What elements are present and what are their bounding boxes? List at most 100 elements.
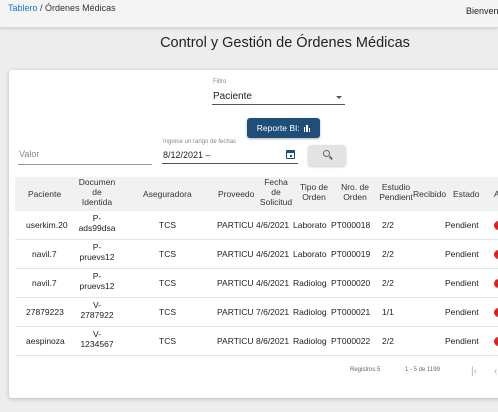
cell-estudio: 2/2 [382,249,394,259]
header-documento[interactable]: Documen de Identida [75,177,119,207]
header-nro-line-1: Nro. de [341,182,369,192]
breadcrumb-current: Órdenes Médicas [45,3,116,13]
cell-proveedor: PARTICU [217,307,254,317]
header-estado[interactable]: Estado [453,189,479,199]
header-recibido[interactable]: Recibido [413,189,446,199]
cell-paciente: 27879223 [26,307,64,317]
cell-proveedor: PARTICU [217,220,254,230]
chevron-down-icon[interactable] [336,96,342,99]
date-range-label: Ingrese un rango de fechas [163,139,237,145]
page-range: 1 - 5 de 1199 [405,367,440,373]
cell-estudio: 2/2 [382,336,394,346]
cell-documento-prefix: V- [92,329,102,339]
header-accion[interactable]: A [494,189,498,199]
report-bi-button[interactable]: Reporte BI: [247,118,320,138]
date-range-input[interactable]: 8/12/2021 – [163,150,211,160]
status-dot-icon[interactable] [494,250,498,259]
cell-documento-prefix: P- [92,271,102,281]
cell-estado: Pendient [445,249,479,259]
header-tipo-line-1: Tipo de [299,182,329,192]
cell-nro: PT000022 [331,336,371,346]
cell-aseguradora: TCS [159,336,176,346]
bar-chart-icon [303,124,311,132]
top-bar: Tablero / Órdenes Médicas Bienvenid [0,0,498,28]
cell-estudio: 2/2 [382,278,394,288]
table-row[interactable]: navil.7 P- pruevs12 TCS PARTICU 4/6/2021… [15,240,498,269]
breadcrumb-link-tablero[interactable]: Tablero [8,3,38,13]
cell-paciente: navil.7 [32,278,57,288]
header-aseguradora[interactable]: Aseguradora [143,189,192,199]
cell-documento-prefix: P- [92,213,102,223]
header-estudio-pendiente[interactable]: Estudio Pendient [377,182,415,202]
previous-page-icon[interactable]: ‹ [494,366,497,377]
table-row[interactable]: userkim.20 P- ads99dsa TCS PARTICU 4/6/2… [15,211,498,240]
table-row[interactable]: aespinoza V- 1234567 TCS PARTICU 8/6/202… [15,327,498,356]
cell-tipo: Laborato [293,220,327,230]
valor-input-underline [18,164,152,165]
filter-select-underline [212,104,345,105]
cell-estado: Pendient [445,278,479,288]
page-title: Control y Gestión de Órdenes Médicas [160,35,410,51]
status-dot-icon[interactable] [494,308,498,317]
header-documento-line-1: Documen [78,177,116,187]
cell-aseguradora: TCS [159,278,176,288]
header-nro-orden[interactable]: Nro. de Orden [336,182,374,202]
status-dot-icon[interactable] [494,221,498,230]
header-nro-line-2: Orden [343,192,367,202]
cell-documento: P- pruevs12 [75,271,119,291]
cell-documento-number: 1234567 [80,339,114,349]
cell-documento-number: pruevs12 [79,281,115,291]
pagination: Registros 5 1 - 5 de 1199 |‹ ‹ [15,358,498,384]
cell-nro: PT000019 [331,249,371,259]
cell-proveedor: PARTICU [217,336,254,346]
cell-documento-number: ads99dsa [78,223,116,233]
cell-estado: Pendient [445,220,479,230]
cell-proveedor: PARTICU [217,249,254,259]
cell-tipo: Radiolog [293,307,327,317]
cell-paciente: aespinoza [26,336,65,346]
table-header: Paciente Documen de Identida Aseguradora… [15,177,498,211]
status-dot-icon[interactable] [494,279,498,288]
cell-nro: PT000021 [331,307,371,317]
cell-estudio: 2/2 [382,220,394,230]
cell-documento: V- 1234567 [75,329,119,349]
cell-documento-number: 2787922 [80,310,114,320]
header-estudio-line-2: Pendient [379,192,413,202]
breadcrumb: Tablero / Órdenes Médicas [8,3,116,13]
filter-label: Filtro [213,79,227,85]
header-paciente[interactable]: Paciente [28,189,61,199]
cell-fecha: 4/6/2021 [256,278,290,288]
cell-documento-number: pruevs12 [79,252,115,262]
calendar-icon[interactable] [286,150,295,159]
header-fecha-solicitud[interactable]: Fecha de Solicitud [256,177,296,207]
date-range-underline [162,163,298,164]
search-button[interactable] [308,145,346,166]
status-dot-icon[interactable] [494,337,498,346]
cell-tipo: Laborato [293,249,327,259]
valor-input[interactable]: Valor [19,149,39,159]
cell-estado: Pendient [445,336,479,346]
cell-documento: P- pruevs12 [75,242,119,262]
page-size-label[interactable]: Registros 5 [350,367,380,373]
welcome-user-menu[interactable]: Bienvenid [466,6,498,16]
cell-nro: PT000020 [331,278,371,288]
cell-documento: V- 2787922 [75,300,119,320]
header-fecha-line-1: Fecha [264,177,288,187]
cell-fecha: 8/6/2021 [256,336,290,346]
filter-select[interactable]: Paciente [213,91,252,102]
header-fecha-line-2: de [271,187,281,197]
header-tipo-orden[interactable]: Tipo de Orden [296,182,332,202]
cell-documento-prefix: V- [92,300,102,310]
cell-paciente: userkim.20 [26,220,68,230]
search-icon-handle [329,155,333,160]
table-row[interactable]: 27879223 V- 2787922 TCS PARTICU 7/6/2021… [15,298,498,327]
table-row[interactable]: navil.7 P- pruevs12 TCS PARTICU 4/6/2021… [15,269,498,298]
first-page-icon[interactable]: |‹ [471,366,477,377]
report-bi-label: Reporte BI: [256,123,300,133]
header-proveedor[interactable]: Proveedo [218,189,254,199]
header-fecha-line-3: Solicitud [259,197,293,207]
cell-aseguradora: TCS [159,249,176,259]
cell-tipo: Radiolog [293,278,327,288]
cell-paciente: navil.7 [32,249,57,259]
header-documento-line-2: de [92,187,102,197]
